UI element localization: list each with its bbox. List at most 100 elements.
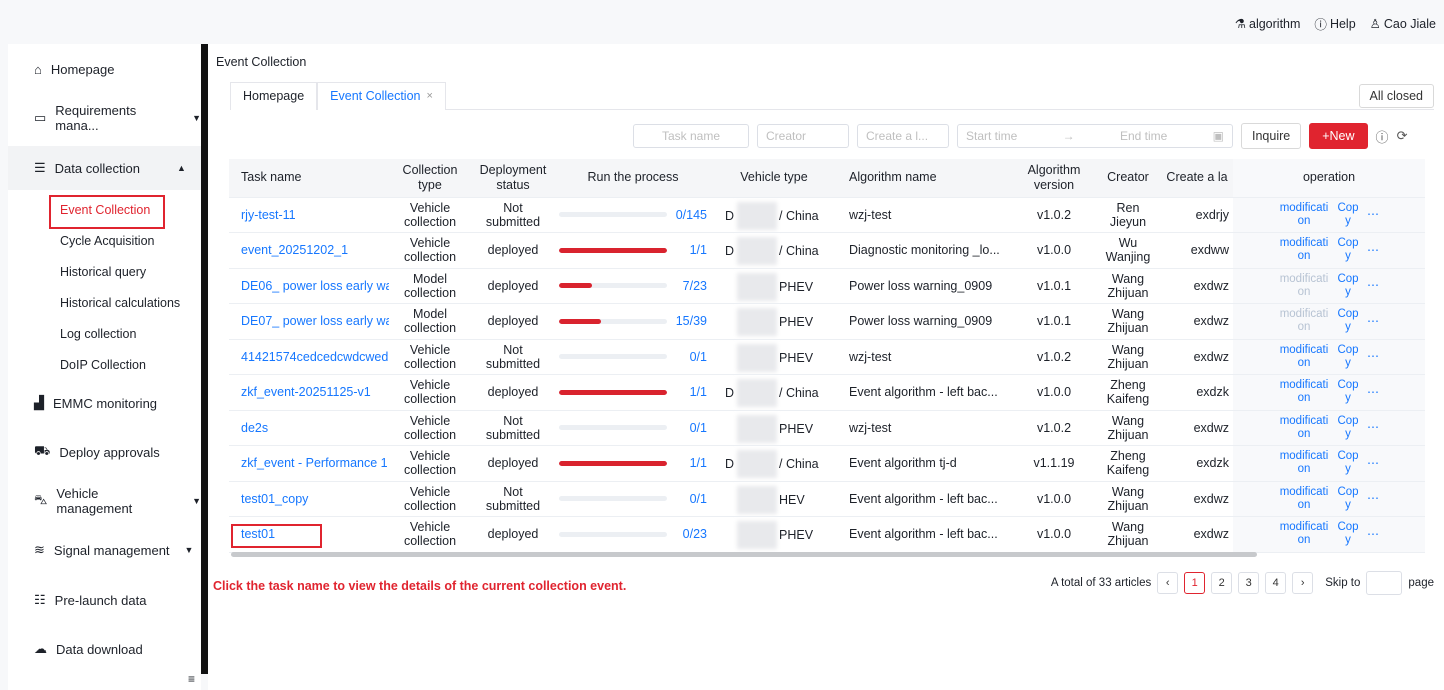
more-icon[interactable]: ⋯: [1367, 421, 1379, 434]
modification-link[interactable]: modification: [1279, 486, 1329, 512]
blurred-region: [737, 308, 777, 336]
task-name-link[interactable]: DE06_ power loss early wa...: [229, 268, 389, 304]
sidebar-sub-cycle-acquisition[interactable]: Cycle Acquisition: [8, 226, 201, 256]
cloud-download-icon: ☁: [34, 641, 47, 656]
modification-link[interactable]: modification: [1279, 415, 1329, 441]
close-icon[interactable]: ×: [426, 90, 432, 102]
sidebar-sub-historical-calculations[interactable]: Historical calculations: [8, 288, 201, 318]
copy-link[interactable]: Copy: [1336, 415, 1360, 441]
creator-input[interactable]: Creator: [757, 124, 849, 148]
task-name-link[interactable]: zkf_event-20251125-v1: [229, 374, 389, 411]
task-name-link[interactable]: DE07_ power loss early wa...: [229, 303, 389, 340]
page-2[interactable]: 2: [1211, 572, 1233, 594]
modification-link[interactable]: modification: [1279, 344, 1329, 370]
sidebar-item-prelaunch[interactable]: ☷ Pre-launch data: [8, 578, 201, 622]
task-name-link[interactable]: zkf_event - Performance 1: [229, 445, 389, 482]
sidebar-item-deploy[interactable]: ⛟ Deploy approvals: [8, 430, 201, 474]
more-icon[interactable]: ⋯: [1367, 456, 1379, 470]
skip-to-input[interactable]: [1366, 571, 1403, 595]
task-name-link[interactable]: de2s: [229, 410, 389, 446]
tab-homepage[interactable]: Homepage: [230, 81, 318, 110]
sidebar-sub-doip-collection[interactable]: DoIP Collection: [8, 350, 201, 380]
more-icon[interactable]: ⋯: [1367, 279, 1379, 292]
vehicle-prefix: D: [725, 244, 735, 258]
vehicle-type: PHEV: [711, 516, 837, 553]
operation-cell: modification Copy ⋯: [1233, 410, 1425, 446]
page-label: page: [1408, 577, 1434, 589]
more-icon[interactable]: ⋯: [1367, 350, 1379, 363]
run-process: 15/39: [555, 303, 711, 340]
blurred-region: [737, 379, 777, 407]
copy-link[interactable]: Copy: [1336, 379, 1360, 405]
more-icon[interactable]: ⋯: [1367, 492, 1379, 505]
more-icon[interactable]: ⋯: [1367, 527, 1379, 541]
vehicle-type-text: / China: [779, 457, 819, 471]
copy-link[interactable]: Copy: [1336, 521, 1360, 547]
user-menu[interactable]: ♙ Cao Jiale: [1370, 16, 1436, 32]
sidebar-item-signal[interactable]: ≋ Signal management ▼: [8, 528, 201, 572]
more-icon[interactable]: ⋯: [1367, 385, 1379, 399]
sidebar-sub-historical-query[interactable]: Historical query: [8, 257, 201, 287]
copy-link[interactable]: Copy: [1336, 308, 1360, 334]
sidebar-item-emmc[interactable]: ▟ EMMC monitoring: [8, 381, 201, 425]
modification-link[interactable]: modification: [1279, 521, 1329, 547]
copy-link[interactable]: Copy: [1336, 450, 1360, 476]
collapse-icon[interactable]: ≡: [188, 672, 195, 686]
task-name-link[interactable]: test01_copy: [229, 481, 389, 517]
copy-link[interactable]: Copy: [1336, 202, 1360, 228]
modification-link[interactable]: modification: [1279, 237, 1329, 263]
chevron-down-icon: ▼: [192, 113, 201, 123]
info-icon[interactable]: ⓘ: [1376, 127, 1389, 146]
more-icon[interactable]: ⋯: [1367, 208, 1379, 221]
all-closed-button[interactable]: All closed: [1358, 84, 1434, 108]
sidebar-sub-log-collection[interactable]: Log collection: [8, 319, 201, 349]
modification-link[interactable]: modification: [1279, 450, 1329, 476]
progress-track: [559, 212, 667, 218]
refresh-icon[interactable]: ⟳: [1397, 128, 1408, 144]
modification-link[interactable]: modification: [1279, 273, 1329, 299]
task-name-link[interactable]: 41421574cedcedcwdcwed...: [229, 339, 389, 375]
vehicle-type: D / China: [711, 374, 837, 411]
tab-event-collection[interactable]: Event Collection ×: [317, 81, 446, 110]
sidebar-item-download[interactable]: ☁ Data download: [8, 627, 201, 671]
prev-page-button[interactable]: ‹: [1157, 572, 1179, 594]
modification-link[interactable]: modification: [1279, 308, 1329, 334]
sidebar-item-vehicle[interactable]: ⛍ Vehicle management ▼: [8, 479, 201, 523]
vehicle-type-text: PHEV: [779, 279, 814, 294]
copy-link[interactable]: Copy: [1336, 237, 1360, 263]
next-page-button[interactable]: ›: [1292, 572, 1314, 594]
sidebar-sub-event-collection[interactable]: Event Collection: [8, 195, 201, 225]
copy-link[interactable]: Copy: [1336, 486, 1360, 512]
task-name-input[interactable]: Task name: [633, 124, 749, 148]
col-vehicle-type: Vehicle type: [711, 159, 837, 198]
sidebar-item-requirements[interactable]: ▭ Requirements mana... ▼: [8, 96, 201, 140]
progress-fill: [559, 318, 601, 324]
new-button[interactable]: +New: [1309, 123, 1368, 149]
sidebar-item-homepage[interactable]: ⌂ Homepage: [8, 47, 201, 91]
table-row: DE07_ power loss early wa... Model collec…: [229, 303, 1425, 340]
task-name-link[interactable]: event_20251202_1: [229, 232, 389, 269]
creator: Wang Zhijuan: [1095, 268, 1161, 304]
task-name-link[interactable]: test01: [229, 516, 389, 553]
more-icon[interactable]: ⋯: [1367, 314, 1379, 328]
vehicle-prefix: D: [725, 386, 735, 400]
algorithm-menu[interactable]: ⚗ algorithm: [1235, 16, 1301, 32]
more-icon[interactable]: ⋯: [1367, 243, 1379, 257]
help-menu[interactable]: ⓘ Help: [1314, 14, 1355, 33]
horizontal-scrollbar[interactable]: [231, 552, 1257, 557]
modification-link[interactable]: modification: [1279, 379, 1329, 405]
operation-cell: modification Copy ⋯: [1233, 481, 1425, 517]
inquire-button[interactable]: Inquire: [1241, 123, 1302, 149]
modification-link[interactable]: modification: [1279, 202, 1329, 228]
date-range-picker[interactable]: Start time → End time ▣: [957, 124, 1233, 148]
page-3[interactable]: 3: [1238, 572, 1260, 594]
create-la: exdzk: [1161, 445, 1233, 482]
create-select[interactable]: Create a l...: [857, 124, 949, 148]
copy-link[interactable]: Copy: [1336, 273, 1360, 299]
task-name-link[interactable]: rjy-test-11: [229, 197, 389, 233]
sidebar-item-data-collection[interactable]: ☰ Data collection ▲: [8, 146, 201, 190]
page-1[interactable]: 1: [1184, 572, 1206, 594]
copy-link[interactable]: Copy: [1336, 344, 1360, 370]
breadcrumb: Event Collection: [216, 55, 307, 69]
page-4[interactable]: 4: [1265, 572, 1287, 594]
